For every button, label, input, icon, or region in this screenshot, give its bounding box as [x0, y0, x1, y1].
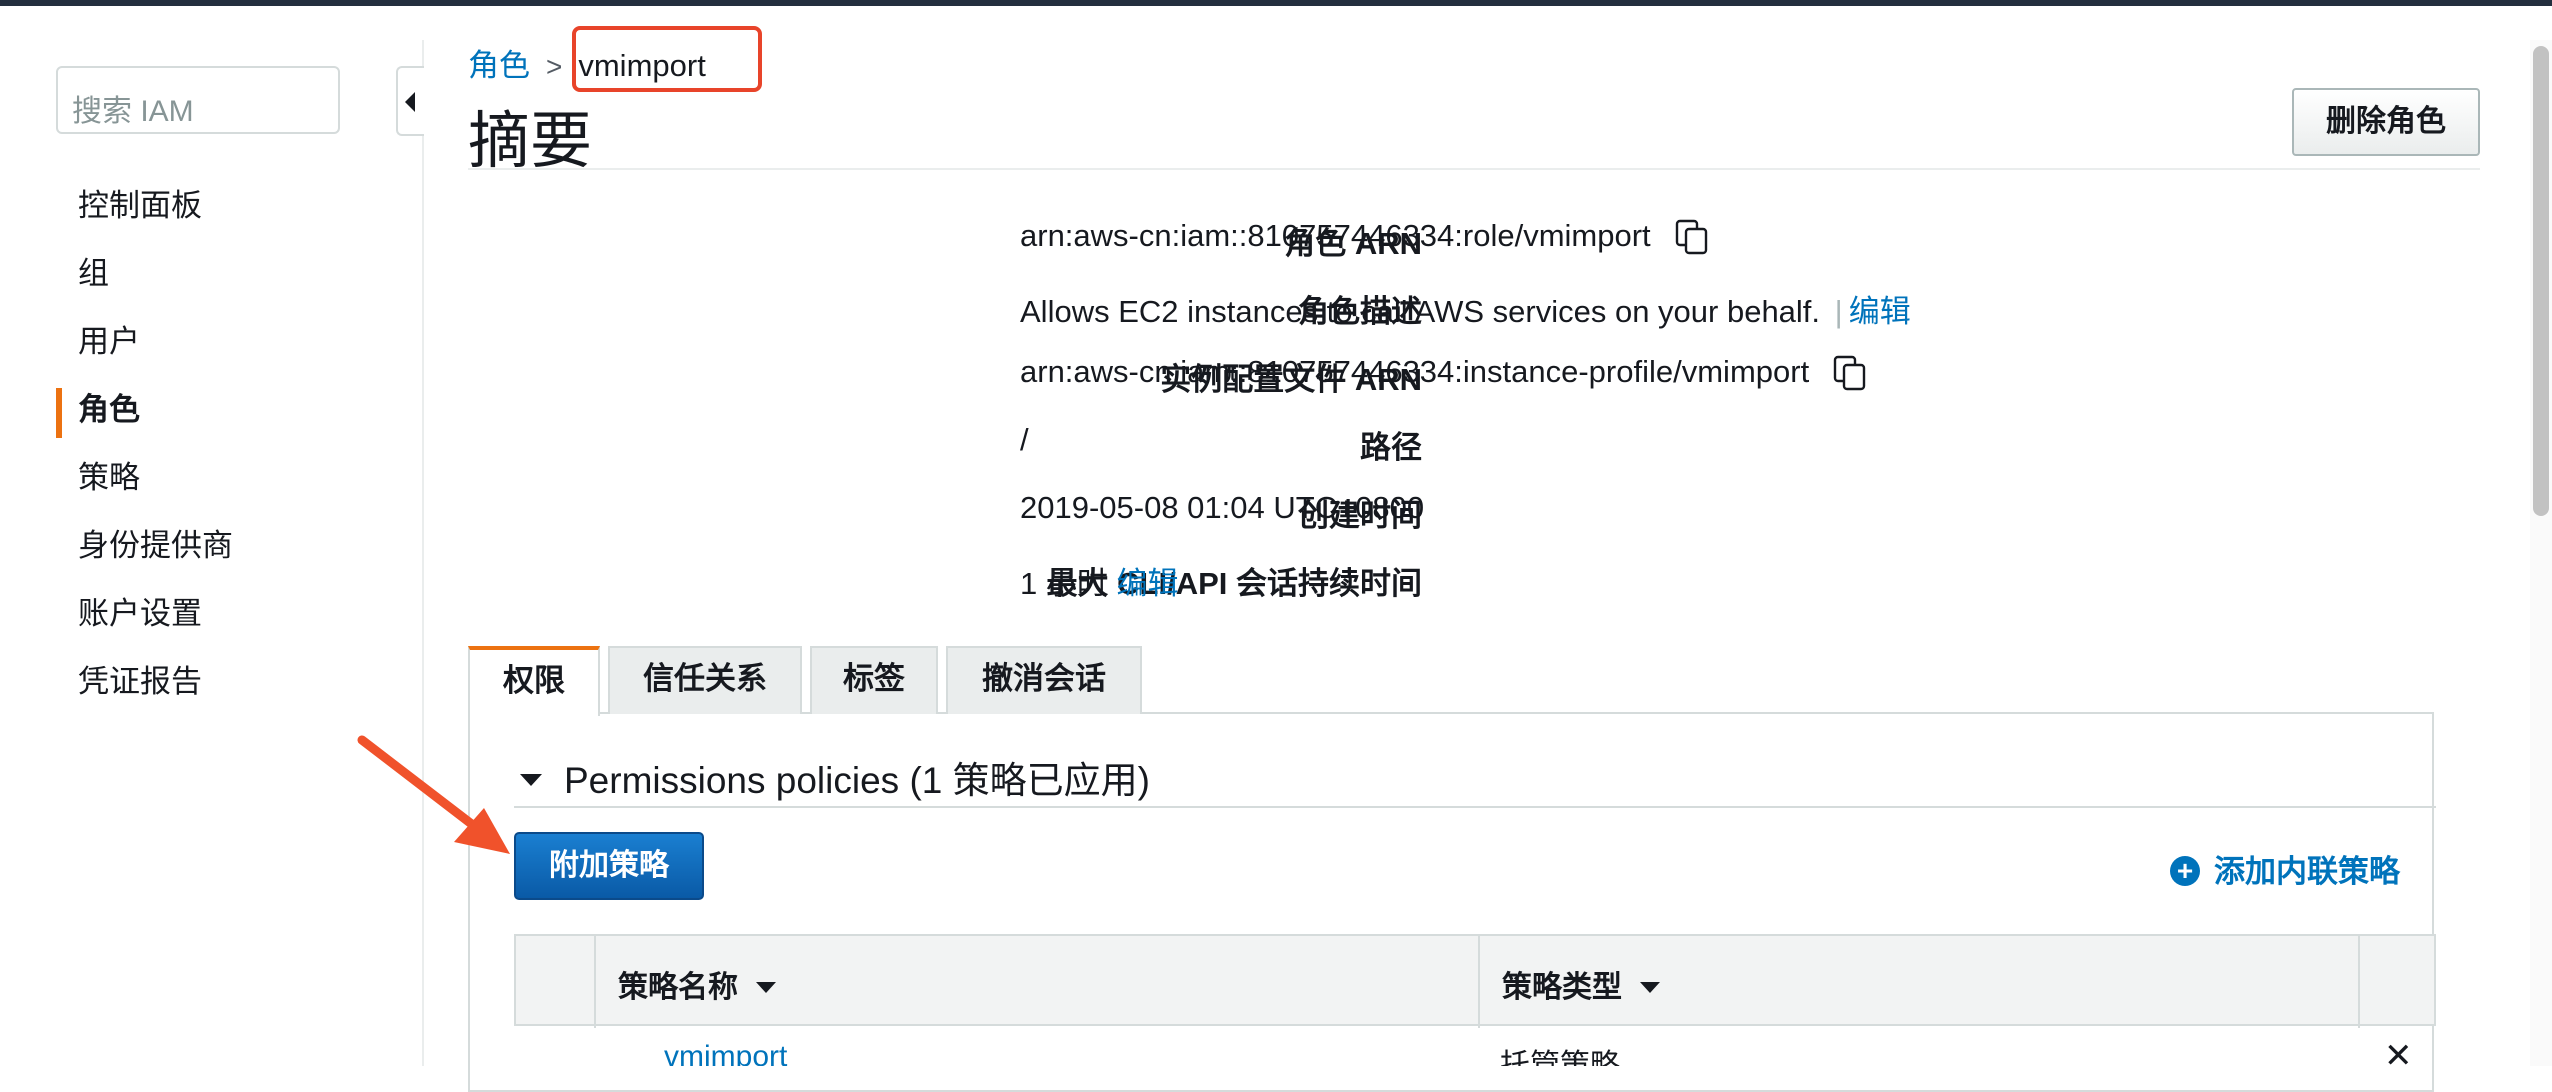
sidebar-nav: 控制面板 组 用户 角色 策略 身份提供商 账户设置 凭证报告 [56, 178, 416, 722]
tab-tags[interactable]: 标签 [810, 646, 938, 714]
policy-name-link[interactable]: vmimport [664, 1040, 787, 1066]
permissions-divider [514, 806, 2436, 808]
scrollbar-thumb[interactable] [2533, 46, 2549, 516]
summary-row-description: 角色描述 Allows EC2 instances to call AWS se… [468, 274, 2468, 342]
edit-max-session-link[interactable]: 编辑 [1116, 566, 1178, 601]
role-arn-text: arn:aws-cn:iam::810757446334:role/vmimpo… [1020, 218, 1651, 253]
edit-description-link[interactable]: 编辑 [1849, 294, 1911, 329]
sidebar-item-account-settings[interactable]: 账户设置 [56, 586, 416, 654]
add-inline-policy-label: 添加内联策略 [2214, 854, 2400, 889]
description-text: Allows EC2 instances to call AWS service… [1020, 294, 1821, 329]
collapse-sidebar-button[interactable] [396, 66, 424, 136]
permissions-policies-heading: Permissions policies (1 策略已应用) [564, 760, 1150, 801]
column-divider [1478, 936, 1480, 1028]
heading-divider [468, 168, 2480, 170]
tab-trust-relationships[interactable]: 信任关系 [608, 646, 802, 714]
annotation-arrow [357, 735, 510, 854]
column-header-policy-name[interactable]: 策略名称 [618, 962, 776, 1006]
path-label: 路径 [1360, 430, 1422, 465]
sort-caret-icon [756, 981, 776, 993]
max-session-text: 1 小时 [1020, 566, 1108, 601]
collapse-sidebar-icon [405, 92, 415, 112]
column-header-policy-name-label: 策略名称 [618, 971, 738, 1004]
sidebar-item-dashboard[interactable]: 控制面板 [56, 178, 416, 246]
breadcrumb-separator: > [546, 51, 563, 82]
column-divider [594, 936, 596, 1028]
add-inline-policy-link[interactable]: + 添加内联策略 [2170, 846, 2400, 891]
table-header: 策略名称 策略类型 [514, 934, 2436, 1028]
tab-revoke-sessions[interactable]: 撤消会话 [946, 646, 1142, 714]
description-value: Allows EC2 instances to call AWS service… [1020, 286, 1911, 331]
sidebar-divider [422, 40, 424, 1066]
annotation-highlight-box [572, 26, 762, 92]
summary-row-role-arn: 角色 ARN arn:aws-cn:iam::810757446334:role… [468, 206, 2468, 274]
sidebar-item-policies[interactable]: 策略 [56, 450, 416, 518]
created-value: 2019-05-08 01:04 UTC+0800 [1020, 490, 1425, 525]
max-session-value: 1 小时 编辑 [1020, 558, 1178, 603]
role-arn-value: arn:aws-cn:iam::810757446334:role/vmimpo… [1020, 218, 1711, 257]
sidebar-item-users[interactable]: 用户 [56, 314, 416, 382]
summary-section: 角色 ARN arn:aws-cn:iam::810757446334:role… [468, 206, 2468, 614]
page-title: 摘要 [468, 107, 593, 176]
instance-profile-arn-value: arn:aws-cn:iam::810757446334:instance-pr… [1020, 354, 1869, 393]
sidebar-item-identity-providers[interactable]: 身份提供商 [56, 518, 416, 586]
table-row: vmimport 托管策略 ✕ [514, 1026, 2436, 1066]
attach-policies-button[interactable]: 附加策略 [514, 832, 704, 900]
description-separator: | [1834, 294, 1843, 329]
sidebar-item-groups[interactable]: 组 [56, 246, 416, 314]
breadcrumb-roles-link[interactable]: 角色 [468, 48, 530, 83]
plus-circle-icon: + [2170, 855, 2200, 886]
top-bar [0, 0, 2552, 6]
column-header-policy-type[interactable]: 策略类型 [1502, 962, 1660, 1006]
summary-row-path: 路径 / [468, 410, 2468, 478]
column-header-policy-type-label: 策略类型 [1502, 971, 1622, 1004]
summary-row-instance-profile-arn: 实例配置文件 ARN arn:aws-cn:iam::810757446334:… [468, 342, 2468, 410]
remove-policy-icon[interactable]: ✕ [2384, 1036, 2413, 1066]
sort-caret-icon [1640, 981, 1660, 993]
policy-type-value: 托管策略 [1500, 1049, 1620, 1066]
summary-row-max-session: 最大 CLI/API 会话持续时间 1 小时 编辑 [468, 546, 2468, 614]
column-divider [2358, 936, 2360, 1028]
sidebar-item-roles[interactable]: 角色 [56, 382, 416, 450]
policies-table: 策略名称 策略类型 vmimport 托管策略 ✕ [514, 934, 2436, 1066]
instance-profile-arn-text: arn:aws-cn:iam::810757446334:instance-pr… [1020, 354, 1810, 389]
delete-role-button[interactable]: 删除角色 [2292, 88, 2480, 156]
path-value: / [1020, 422, 1029, 457]
summary-row-created: 创建时间 2019-05-08 01:04 UTC+0800 [468, 478, 2468, 546]
sidebar-item-credential-report[interactable]: 凭证报告 [56, 654, 416, 722]
tab-permissions[interactable]: 权限 [468, 646, 600, 716]
permissions-policies-toggle[interactable]: Permissions policies (1 策略已应用) [520, 750, 1150, 804]
search-input[interactable]: 搜索 IAM [56, 66, 340, 134]
copy-icon[interactable] [1831, 353, 1869, 391]
copy-icon[interactable] [1673, 217, 1711, 255]
